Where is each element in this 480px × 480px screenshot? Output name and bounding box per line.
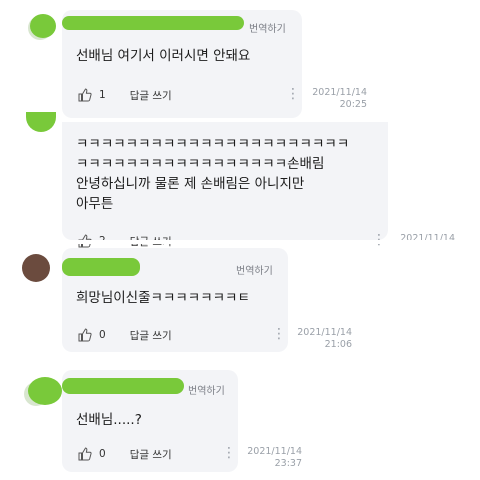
comment-text-line: 안녕하십니까 물론 제 손배림은 아니지만 <box>76 176 305 192</box>
timestamp-time: 20:25 <box>339 99 367 110</box>
comment-text-line: 아무튼 <box>76 196 114 212</box>
translate-button[interactable]: 번역하기 <box>249 20 286 35</box>
comment-text-line: ㅋㅋㅋㅋㅋㅋㅋㅋㅋㅋㅋㅋㅋㅋㅋㅋㅋ손배림 <box>76 156 325 172</box>
thumbs-up-icon[interactable] <box>78 447 92 461</box>
comment-text: 선배님.....? <box>76 412 142 428</box>
avatar-redaction <box>28 377 62 405</box>
more-options-icon[interactable]: ⋮ <box>272 327 286 341</box>
translate-button[interactable]: 번역하기 <box>236 262 273 277</box>
timestamp-time: 23:37 <box>274 458 302 469</box>
comment-text: 희망님이신줄ㅋㅋㅋㅋㅋㅋㅋㅌ <box>76 290 250 306</box>
like-count: 1 <box>99 89 106 101</box>
avatar-redaction <box>26 112 56 132</box>
like-count: 0 <box>99 448 106 460</box>
timestamp: 2021/11/14 20:25 <box>305 87 367 111</box>
timestamp-date: 2021/11/14 <box>312 87 367 98</box>
timestamp: 2021/11/14 23:37 <box>240 446 302 470</box>
avatar-redaction <box>30 14 56 38</box>
action-row: 1 답글 쓰기 <box>78 86 172 104</box>
more-options-icon[interactable]: ⋮ <box>286 87 300 101</box>
reply-button[interactable]: 답글 쓰기 <box>130 88 172 103</box>
like-count: 0 <box>99 329 106 341</box>
reply-button[interactable]: 답글 쓰기 <box>130 447 172 462</box>
translate-button[interactable]: 번역하기 <box>188 382 225 397</box>
avatar[interactable] <box>22 254 50 282</box>
timestamp: 2021/11/14 21:06 <box>290 327 352 351</box>
timestamp-date: 2021/11/14 <box>247 446 302 457</box>
thumbs-up-icon[interactable] <box>78 88 92 102</box>
action-row: 0 답글 쓰기 <box>78 445 172 463</box>
timestamp-time: 21:06 <box>324 339 352 350</box>
divider <box>0 240 480 244</box>
comment-text-line: ㅋㅋㅋㅋㅋㅋㅋㅋㅋㅋㅋㅋㅋㅋㅋㅋㅋㅋㅋㅋㅋㅋ <box>76 136 350 152</box>
timestamp-date: 2021/11/14 <box>297 327 352 338</box>
author-name-redaction <box>62 258 140 276</box>
author-name-redaction <box>62 378 184 394</box>
thumbs-up-icon[interactable] <box>78 328 92 342</box>
author-name-redaction <box>62 16 244 30</box>
more-options-icon[interactable]: ⋮ <box>222 446 236 460</box>
comment-text: 선배님 여기서 이러시면 안돼요 <box>76 48 251 64</box>
reply-button[interactable]: 답글 쓰기 <box>130 328 172 343</box>
action-row: 0 답글 쓰기 <box>78 326 172 344</box>
